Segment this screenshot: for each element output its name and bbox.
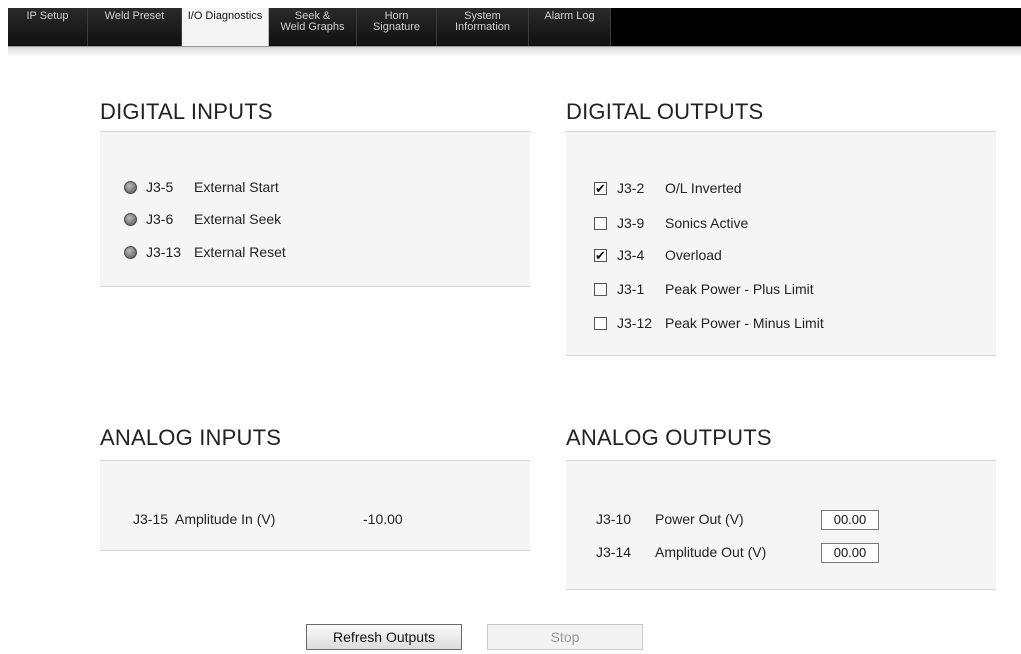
output-checkbox[interactable]: ✔ <box>594 181 607 195</box>
pin-label: J3-5 <box>146 179 174 195</box>
tab-label: Alarm Log <box>544 10 595 22</box>
pin-label: J3-14 <box>596 544 632 560</box>
analog-output-row: J3-14 Amplitude Out (V) <box>596 544 766 560</box>
digital-output-row: J3-9 Sonics Active <box>594 215 748 231</box>
output-label: Sonics Active <box>665 215 749 231</box>
tab-alarm-log[interactable]: Alarm Log <box>529 8 611 46</box>
analog-outputs-title: ANALOG OUTPUTS <box>566 425 772 450</box>
tab-horn-signature[interactable]: Horn Signature <box>357 8 437 46</box>
analog-output-label: Power Out (V) <box>655 511 744 527</box>
pin-label: J3-10 <box>596 511 632 527</box>
analog-output-label: Amplitude Out (V) <box>655 544 767 560</box>
digital-output-row: J3-1 Peak Power - Plus Limit <box>594 281 814 297</box>
tab-label: Weld Preset <box>104 10 165 22</box>
tab-weld-preset[interactable]: Weld Preset <box>88 8 182 46</box>
stop-button[interactable]: Stop <box>487 624 643 650</box>
digital-inputs-title: DIGITAL INPUTS <box>100 99 273 124</box>
pin-label: J3-15 <box>133 511 169 527</box>
pin-label: J3-9 <box>617 215 645 231</box>
output-checkbox[interactable] <box>594 316 607 330</box>
digital-outputs-title: DIGITAL OUTPUTS <box>566 99 764 124</box>
output-label: O/L Inverted <box>665 180 742 196</box>
output-checkbox[interactable] <box>594 216 607 230</box>
analog-input-value: -10.00 <box>363 511 403 527</box>
digital-output-row: ✔ J3-2 O/L Inverted <box>594 180 742 196</box>
analog-input-label: Amplitude In (V) <box>175 511 276 527</box>
left-margin <box>0 0 8 654</box>
tab-label-line2: Weld Graphs <box>280 21 345 33</box>
pin-label: J3-2 <box>617 180 645 196</box>
pin-label: J3-13 <box>146 244 182 260</box>
pin-label: J3-1 <box>617 281 645 297</box>
output-label: Overload <box>665 247 722 263</box>
input-label: External Start <box>194 179 279 195</box>
status-led-icon <box>124 180 137 194</box>
tab-seek-weld-graphs[interactable]: Seek & Weld Graphs <box>269 8 357 46</box>
tab-ip-setup[interactable]: IP Setup <box>8 8 88 46</box>
digital-inputs-panel <box>100 132 530 286</box>
tab-io-diagnostics[interactable]: I/O Diagnostics <box>182 8 269 46</box>
status-led-icon <box>124 245 137 259</box>
digital-input-row: J3-5 External Start <box>124 179 279 195</box>
output-label: Peak Power - Plus Limit <box>665 281 814 297</box>
digital-input-row: J3-13 External Reset <box>124 244 286 260</box>
tab-label-line2: Signature <box>372 21 421 33</box>
digital-output-row: ✔ J3-4 Overload <box>594 247 722 263</box>
divider <box>100 286 530 287</box>
divider <box>566 355 996 356</box>
tab-system-information[interactable]: System Information <box>437 8 529 46</box>
pin-label: J3-12 <box>617 315 653 331</box>
output-checkbox[interactable]: ✔ <box>594 248 607 262</box>
refresh-outputs-button[interactable]: Refresh Outputs <box>306 624 462 650</box>
analog-inputs-title: ANALOG INPUTS <box>100 425 282 450</box>
analog-input-row: J3-15 Amplitude In (V) -10.00 <box>133 511 403 527</box>
pin-label: J3-4 <box>617 247 645 263</box>
tab-label: I/O Diagnostics <box>187 10 263 22</box>
tab-bar: IP Setup Weld Preset I/O Diagnostics See… <box>8 8 1021 46</box>
tab-label-line2: Information <box>454 21 511 33</box>
output-label: Peak Power - Minus Limit <box>665 315 824 331</box>
analog-output-row: J3-10 Power Out (V) <box>596 511 744 527</box>
tab-shadow <box>8 47 1021 57</box>
status-led-icon <box>124 212 137 226</box>
input-label: External Seek <box>194 211 282 227</box>
digital-input-row: J3-6 External Seek <box>124 211 281 227</box>
output-checkbox[interactable] <box>594 282 607 296</box>
analog-inputs-panel <box>100 461 530 550</box>
digital-output-row: J3-12 Peak Power - Minus Limit <box>594 315 824 331</box>
pin-label: J3-6 <box>146 211 174 227</box>
input-label: External Reset <box>194 244 286 260</box>
power-out-field[interactable]: 00.00 <box>821 510 879 530</box>
divider <box>100 550 530 551</box>
divider <box>566 589 996 590</box>
tab-label: IP Setup <box>26 10 69 22</box>
amplitude-out-field[interactable]: 00.00 <box>821 543 879 563</box>
